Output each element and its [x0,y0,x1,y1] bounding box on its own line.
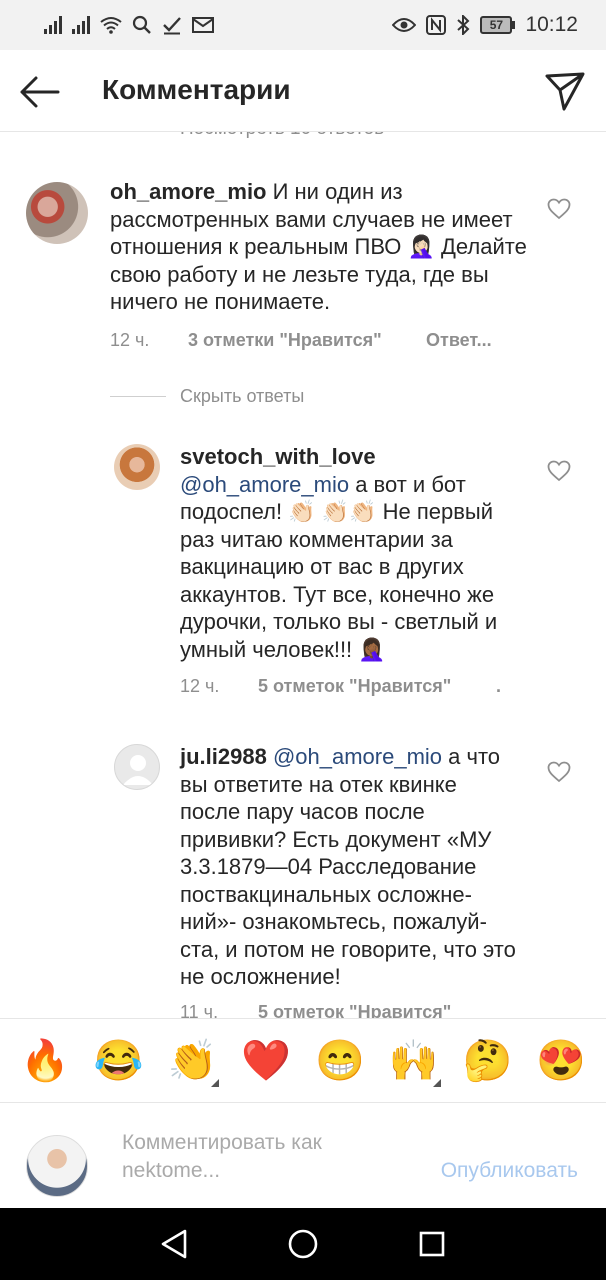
comment-input[interactable]: Комментировать как nektome... [122,1129,412,1185]
default-user-icon [123,755,153,785]
comment-body: а что вы ответите на отек квинке после п… [180,744,516,989]
clock: 10:12 [525,13,578,36]
emoji-clap-glyph: 👏 [167,1038,218,1083]
comment-username[interactable]: ju.li2988 [180,744,267,769]
emoji-heart-eyes[interactable]: 😍 [532,1041,590,1081]
status-bar: 57 10:12 [0,0,606,50]
back-arrow-icon[interactable] [18,70,62,114]
comment-body: а вот и бот подоспел! 👏🏻 👏🏻👏🏻 Не первый … [180,471,498,662]
signal-2-icon [72,16,90,34]
check-icon [163,17,181,35]
reply-button[interactable]: Ответ... [426,330,492,351]
page-title: Комментарии [102,74,291,105]
eye-icon [392,18,417,32]
comment-mention[interactable]: @oh_amore_mio [180,472,349,497]
direct-send-icon[interactable] [544,70,586,112]
comment-time: 12 ч. [180,676,220,696]
comment-text: svetoch_with_love @oh_amore_mio а вот и … [180,443,514,663]
status-icons-left [44,15,214,35]
reply-item: ju.li2988 @oh_amore_mio а что вы ответит… [0,732,606,1018]
emoji-raised-hands[interactable]: 🙌 [385,1038,443,1087]
nav-home-button[interactable] [283,1224,323,1264]
comment-item: oh_amore_mio И ни один из рассмотренных … [0,132,606,362]
emoji-raised-hands-glyph: 🙌 [388,1038,439,1083]
comment-username[interactable]: oh_amore_mio [110,179,267,204]
emoji-joy[interactable]: 😂 [90,1041,148,1081]
publish-button[interactable]: Опубликовать [441,1159,578,1183]
comment-meta: 12 ч. 5 отметок "Нравится" . [180,676,501,697]
comment-text: oh_amore_mio И ни один из рассмотренных … [110,178,530,316]
avatar[interactable] [114,744,160,790]
comment-time: 12 ч. [110,330,150,350]
comment-mention[interactable]: @oh_amore_mio [267,744,442,769]
circle-home-icon [288,1229,318,1259]
comment-meta: 12 ч. 3 отметки "Нравится" Ответ... [110,330,492,351]
header: Комментарии [0,50,606,132]
comment-likes[interactable]: 3 отметки "Нравится" [188,330,426,351]
reply-item: svetoch_with_love @oh_amore_mio а вот и … [0,432,606,712]
emoji-fire[interactable]: 🔥 [16,1041,74,1081]
emoji-clap[interactable]: 👏 [163,1038,221,1087]
comment-likes[interactable]: 5 отметок "Нравится" [258,676,496,697]
comment-username[interactable]: svetoch_with_love [180,444,376,469]
emoji-grin[interactable]: 😁 [311,1041,369,1081]
comment-meta: 11 ч. 5 отметок "Нравится" [180,1002,496,1018]
emoji-thinking[interactable]: 🤔 [458,1041,516,1081]
skin-tone-indicator-icon [432,1078,441,1087]
mail-icon [192,17,214,33]
replies-divider [110,396,166,397]
battery-icon: 57 [480,16,516,34]
battery-level: 57 [480,16,513,34]
system-nav-bar [0,1208,606,1280]
comments-list[interactable]: Посмотреть 10 ответов oh_amore_mio И ни … [0,132,606,1018]
like-heart-icon[interactable] [547,761,571,783]
signal-icon [44,16,62,34]
comment-text: ju.li2988 @oh_amore_mio а что вы ответит… [180,743,522,991]
search-icon [132,15,151,34]
hide-replies-button[interactable]: Скрыть ответы [180,386,304,407]
skin-tone-indicator-icon [211,1078,220,1087]
avatar[interactable] [26,182,88,244]
like-heart-icon[interactable] [547,198,571,220]
comment-composer: Комментировать как nektome... Опубликова… [0,1102,606,1208]
triangle-back-icon [162,1229,187,1259]
avatar[interactable] [114,444,160,490]
square-recents-icon [419,1231,444,1257]
bluetooth-icon [457,15,470,35]
like-heart-icon[interactable] [547,460,571,482]
emoji-heart[interactable]: ❤️ [237,1041,295,1081]
emoji-quick-bar: 🔥 😂 👏 ❤️ 😁 🙌 🤔 😍 [0,1018,606,1102]
comment-likes[interactable]: 5 отметок "Нравится" [258,1002,496,1018]
nav-back-button[interactable] [154,1224,194,1264]
wifi-icon [100,17,122,34]
nav-recents-button[interactable] [412,1224,452,1264]
comment-time: 11 ч. [180,1002,219,1018]
reply-button[interactable]: . [496,676,501,697]
current-user-avatar [26,1135,88,1197]
nfc-icon [426,15,447,35]
status-icons-right: 57 10:12 [392,13,578,37]
